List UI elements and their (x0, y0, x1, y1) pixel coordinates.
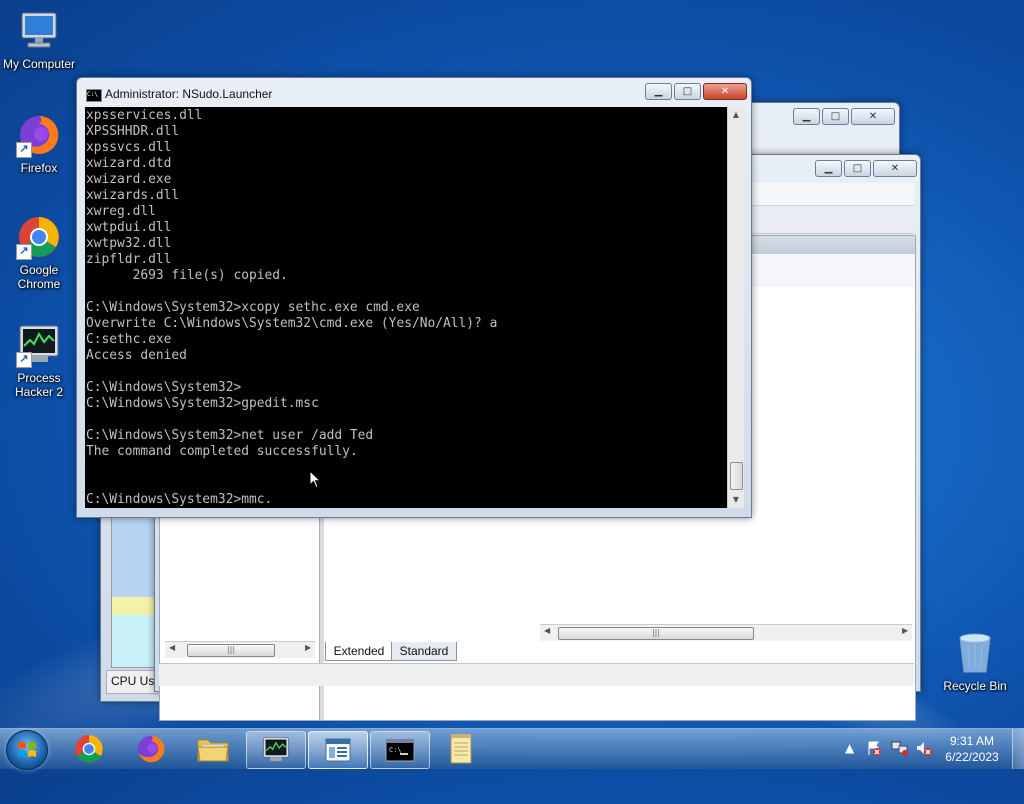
chrome-icon: ↗ (16, 214, 62, 260)
desktop-icon-label: Recycle Bin (943, 679, 1007, 693)
tab-extended[interactable]: Extended (325, 642, 393, 661)
cpu-graph-panel (111, 516, 157, 668)
process-hacker-icon: ↗ (16, 322, 62, 368)
console-output[interactable]: xpsservices.dll XPSSHHDR.dll xpssvcs.dll… (85, 107, 727, 508)
scroll-thumb[interactable] (730, 462, 743, 490)
scroll-thumb[interactable]: ||| (187, 644, 275, 657)
scroll-up-icon[interactable]: ▲ (728, 107, 744, 123)
action-center-flag-icon[interactable] (866, 740, 882, 759)
close-icon: ✕ (890, 163, 900, 174)
shortcut-arrow-icon: ↗ (16, 352, 32, 368)
view-tabs: Extended Standard (325, 642, 625, 662)
volume-muted-icon[interactable] (915, 740, 933, 759)
mouse-cursor-icon (309, 470, 321, 489)
close-button[interactable]: ✕ (873, 160, 917, 177)
scroll-left-icon[interactable]: ◀ (544, 626, 550, 635)
firefox-icon: ↗ (16, 112, 62, 158)
tab-standard[interactable]: Standard (391, 642, 457, 661)
clock-date: 6/22/2023 (945, 750, 999, 764)
mmc-icon (325, 738, 351, 762)
chrome-icon (75, 735, 103, 763)
desktop-icon-label: Process Hacker 2 (14, 371, 64, 399)
minimize-icon: ▁ (654, 86, 663, 97)
minimize-icon: ▁ (802, 111, 811, 122)
close-icon: ✕ (868, 111, 878, 122)
cmd-icon: C:\ (86, 89, 102, 102)
taskbar-mmc[interactable] (308, 731, 368, 769)
window-caption-buttons: ▁ □ ✕ (645, 83, 747, 100)
close-icon: ✕ (720, 86, 730, 97)
status-bar (159, 663, 914, 686)
tray-chevron-icon[interactable]: ▲ (845, 741, 854, 755)
taskbar-process-hacker[interactable] (246, 731, 306, 769)
recycle-bin-icon (952, 630, 998, 676)
desktop-icon-recycle-bin[interactable]: Recycle Bin (937, 630, 1013, 693)
window-caption-buttons: ▁ □ ✕ (793, 108, 895, 125)
cmd-window[interactable]: C:\ Administrator: NSudo.Launcher ▁ □ ✕ … (76, 77, 752, 518)
minimize-icon: ▁ (824, 163, 833, 174)
start-button[interactable] (6, 730, 48, 770)
maximize-icon: □ (682, 86, 693, 97)
list-hscroll[interactable]: ◀ ||| ▶ (540, 624, 912, 641)
close-button[interactable]: ✕ (703, 83, 747, 100)
scroll-down-icon[interactable]: ▼ (728, 492, 744, 508)
scroll-thumb[interactable]: ||| (558, 627, 754, 640)
minimize-button[interactable]: ▁ (793, 108, 820, 125)
desktop-icon-label: My Computer (2, 57, 76, 71)
desktop-icon-process-hacker[interactable]: ↗ Process Hacker 2 (1, 322, 77, 399)
taskbar-chrome[interactable] (60, 731, 118, 767)
shortcut-arrow-icon: ↗ (16, 142, 32, 158)
close-button[interactable]: ✕ (851, 108, 895, 125)
taskbar-cmd[interactable]: C:\ (370, 731, 430, 769)
shortcut-arrow-icon: ↗ (16, 244, 32, 260)
network-icon[interactable] (891, 740, 909, 759)
svg-text:C:\: C:\ (389, 746, 402, 754)
taskbar-notepad[interactable] (432, 731, 490, 767)
console-text: xpsservices.dll XPSSHHDR.dll xpssvcs.dll… (86, 108, 498, 507)
maximize-button[interactable]: □ (674, 83, 701, 100)
taskbar: C:\ ▲ 9:31 AM 6/22/2023 (0, 728, 1024, 770)
notepad-icon (450, 734, 472, 764)
desktop-icon-my-computer[interactable]: My Computer (1, 8, 77, 71)
minimize-button[interactable]: ▁ (815, 160, 842, 177)
cmd-icon: C:\ (385, 738, 415, 762)
console-vscroll[interactable]: ▲ ▼ (727, 107, 744, 508)
maximize-button[interactable]: □ (844, 160, 871, 177)
scroll-right-icon[interactable]: ▶ (305, 643, 311, 652)
tree-hscroll[interactable]: ◀ ||| ▶ (165, 641, 315, 658)
maximize-button[interactable]: □ (822, 108, 849, 125)
show-desktop-button[interactable] (1012, 729, 1024, 769)
scroll-left-icon[interactable]: ◀ (169, 643, 175, 652)
taskbar-firefox[interactable] (122, 731, 180, 767)
window-caption-buttons: ▁ □ ✕ (815, 160, 917, 177)
firefox-icon (137, 735, 165, 763)
taskbar-clock[interactable]: 9:31 AM 6/22/2023 (936, 733, 1008, 765)
maximize-icon: □ (830, 111, 841, 122)
taskbar-explorer[interactable] (184, 731, 242, 767)
clock-time: 9:31 AM (949, 734, 995, 748)
desktop-icon-chrome[interactable]: ↗ Google Chrome (1, 214, 77, 291)
maximize-icon: □ (852, 163, 863, 174)
computer-icon (16, 8, 62, 54)
process-hacker-icon (263, 737, 289, 762)
desktop-icon-label: Google Chrome (17, 263, 61, 291)
desktop-icon-label: Firefox (20, 161, 58, 175)
windows-logo-icon (18, 742, 36, 757)
minimize-button[interactable]: ▁ (645, 83, 672, 100)
desktop-icon-firefox[interactable]: ↗ Firefox (1, 112, 77, 175)
folder-icon (197, 739, 229, 762)
window-title: Administrator: NSudo.Launcher (105, 87, 273, 101)
scroll-right-icon[interactable]: ▶ (902, 626, 908, 635)
